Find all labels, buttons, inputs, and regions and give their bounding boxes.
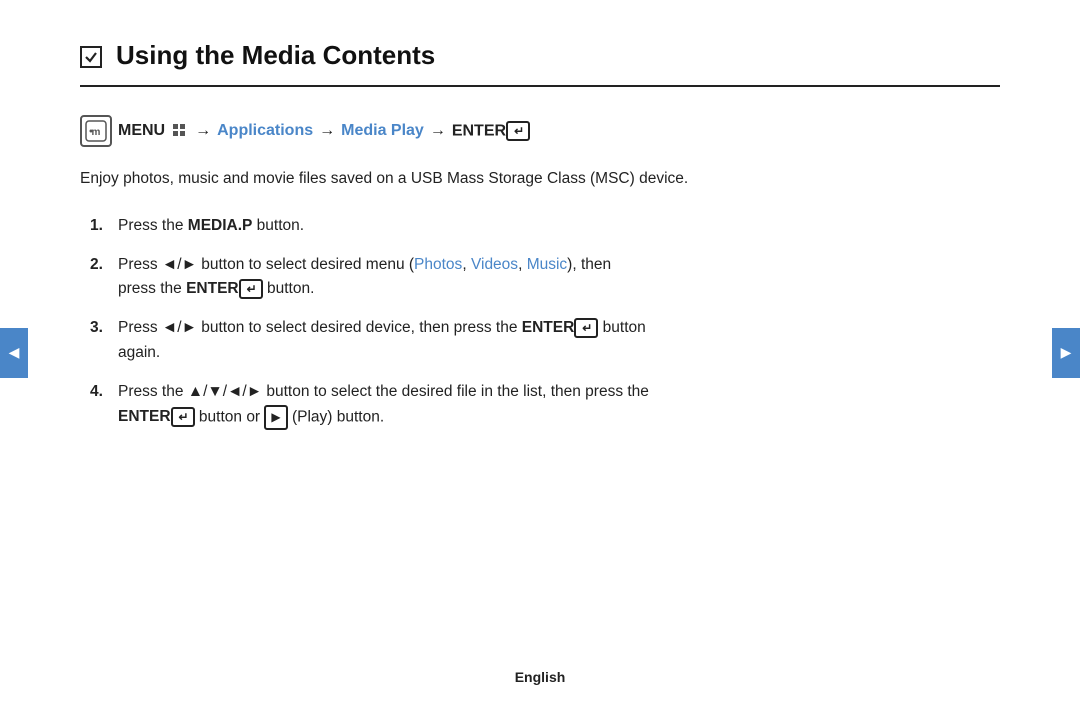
enter-key-2: ↵ [239,279,263,299]
step-2-content: Press ◄/► button to select desired menu … [118,253,1000,303]
arrow-1: → [195,122,211,140]
music-link: Music [527,256,567,273]
page-container: Using the Media Contents m MENU → Applic… [0,0,1080,705]
checkbox-icon [80,46,102,68]
photos-link: Photos [414,256,462,273]
footer-language: English [515,669,566,685]
enter-key-4: ↵ [171,407,195,427]
step-4-enter: ENTER↵ [118,408,195,425]
step-3-number: 3. [90,316,118,341]
breadcrumb: m MENU → Applications → Media Play → ENT… [80,115,1000,147]
steps-list: 1. Press the MEDIA.P button. 2. Press ◄/… [90,214,1000,430]
nav-arrow-right[interactable] [1052,328,1080,378]
videos-link: Videos [471,256,518,273]
breadcrumb-media-play: Media Play [341,122,424,140]
svg-text:m: m [92,127,101,138]
step-3-content: Press ◄/► button to select desired devic… [118,316,1000,366]
step-2: 2. Press ◄/► button to select desired me… [90,253,1000,303]
step-4: 4. Press the ▲/▼/◄/► button to select th… [90,380,1000,430]
media-p-label: MEDIA.P [188,217,253,234]
arrow-3: → [430,122,446,140]
menu-grid-icon [171,122,189,140]
step-3: 3. Press ◄/► button to select desired de… [90,316,1000,366]
breadcrumb-applications: Applications [217,122,313,140]
step-4-content: Press the ▲/▼/◄/► button to select the d… [118,380,1000,430]
menu-icon: m [80,115,112,147]
title-row: Using the Media Contents [80,40,1000,87]
arrow-2: → [319,122,335,140]
enter-key-3: ↵ [574,318,598,338]
step-4-number: 4. [90,380,118,405]
step-1-number: 1. [90,214,118,239]
breadcrumb-enter: ENTER↵ [452,121,530,141]
step-1-content: Press the MEDIA.P button. [118,214,1000,239]
description: Enjoy photos, music and movie files save… [80,167,1000,192]
footer: English [0,669,1080,685]
breadcrumb-menu: MENU [118,122,165,140]
nav-arrow-left[interactable] [0,328,28,378]
step-2-enter: ENTER↵ [186,280,263,297]
step-1: 1. Press the MEDIA.P button. [90,214,1000,239]
step-3-enter: ENTER↵ [522,319,599,336]
page-title: Using the Media Contents [116,40,435,71]
step-2-number: 2. [90,253,118,278]
enter-key-breadcrumb: ↵ [506,121,530,141]
play-key: ▶ [264,405,287,430]
